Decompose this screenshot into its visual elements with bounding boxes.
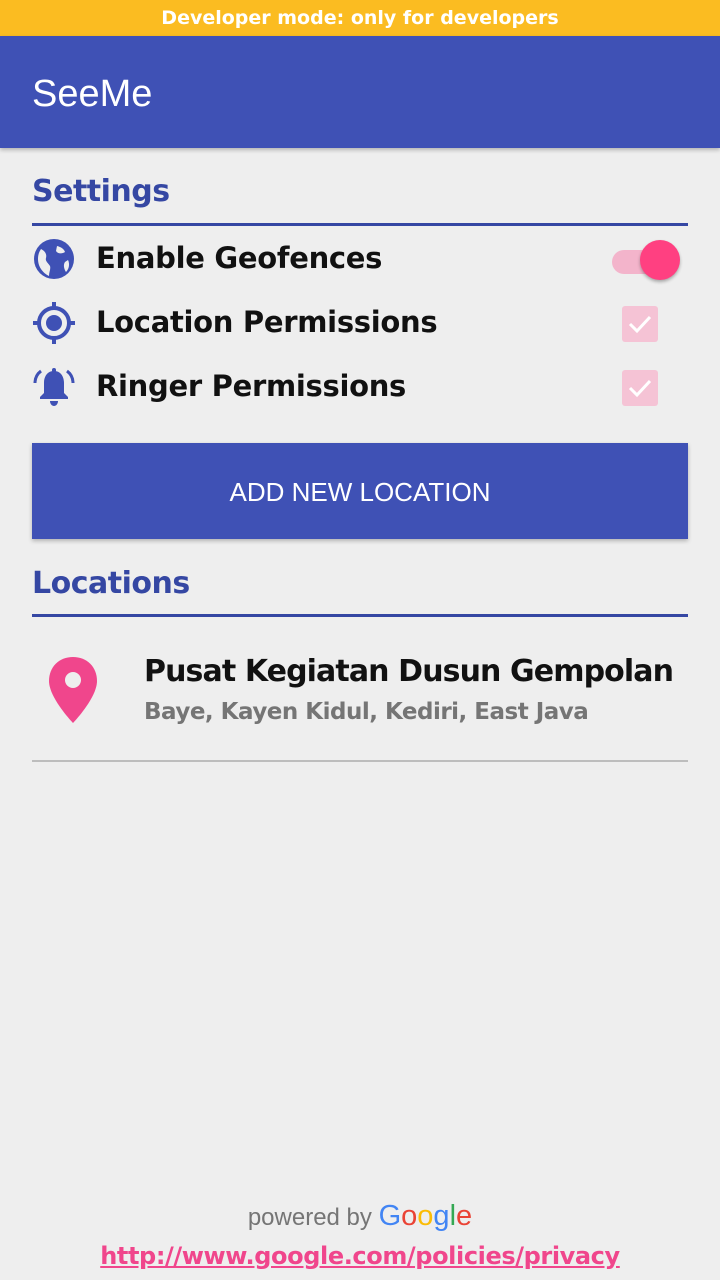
location-address: Baye, Kayen Kidul, Kediri, East Java bbox=[144, 699, 589, 725]
app-bar: SeeMe bbox=[0, 36, 720, 148]
settings-divider bbox=[32, 223, 688, 226]
app-title: SeeMe bbox=[32, 73, 153, 115]
setting-row-geofences: Enable Geofences bbox=[32, 230, 688, 286]
geofences-toggle[interactable] bbox=[612, 240, 682, 280]
map-pin-icon bbox=[48, 656, 98, 728]
gps-target-icon bbox=[32, 301, 76, 345]
privacy-policy-link[interactable]: http://www.google.com/policies/privacy bbox=[0, 1236, 720, 1276]
locations-divider bbox=[32, 614, 688, 617]
globe-icon bbox=[32, 237, 76, 281]
developer-mode-banner: Developer mode: only for developers bbox=[0, 0, 720, 36]
location-permissions-checkbox[interactable] bbox=[622, 306, 658, 342]
powered-by-text: powered by bbox=[247, 1204, 372, 1231]
location-item-divider bbox=[32, 760, 688, 762]
setting-row-ringer-permissions: Ringer Permissions bbox=[32, 358, 688, 414]
powered-by-google: powered by Google bbox=[0, 1196, 720, 1238]
google-logo: Google bbox=[378, 1200, 473, 1232]
locations-section-title: Locations bbox=[32, 566, 190, 601]
setting-label-geofences: Enable Geofences bbox=[96, 241, 383, 275]
setting-label-location-permissions: Location Permissions bbox=[96, 305, 438, 339]
setting-row-location-permissions: Location Permissions bbox=[32, 294, 688, 350]
bell-ringing-icon bbox=[32, 365, 76, 409]
settings-section-title: Settings bbox=[32, 174, 170, 209]
check-icon bbox=[628, 379, 652, 398]
location-name: Pusat Kegiatan Dusun Gempolan bbox=[144, 654, 674, 689]
add-new-location-button[interactable]: ADD NEW LOCATION bbox=[32, 443, 688, 539]
setting-label-ringer-permissions: Ringer Permissions bbox=[96, 369, 407, 403]
check-icon bbox=[628, 315, 652, 334]
toggle-thumb[interactable] bbox=[640, 240, 680, 280]
location-list-item[interactable]: Pusat Kegiatan Dusun Gempolan Baye, Kaye… bbox=[32, 630, 688, 760]
ringer-permissions-checkbox[interactable] bbox=[622, 370, 658, 406]
